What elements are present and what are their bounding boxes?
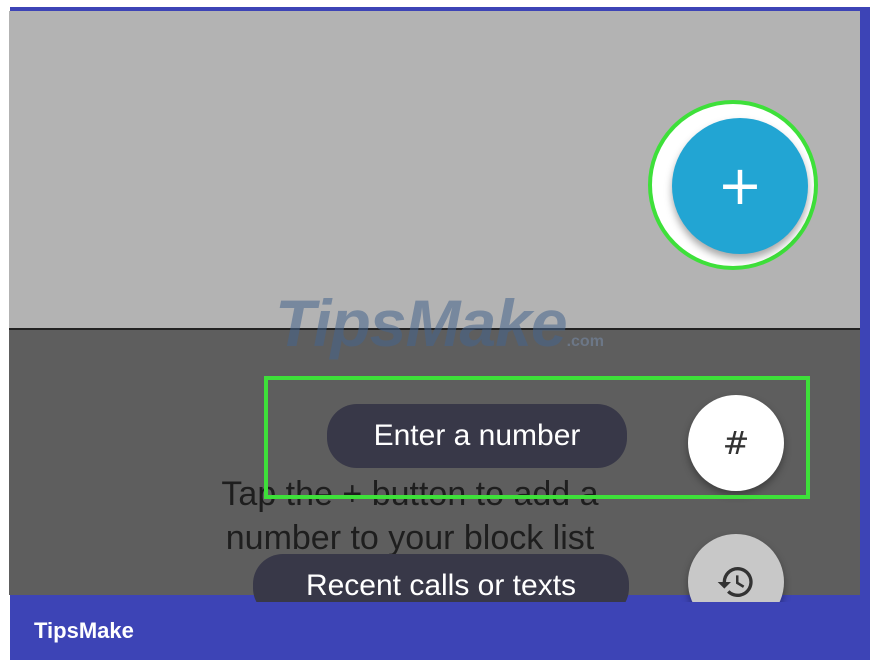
watermark: TipsMake.com bbox=[275, 285, 604, 361]
add-button[interactable]: + bbox=[672, 118, 808, 254]
watermark-suffix: .com bbox=[566, 333, 604, 350]
recent-calls-label: Recent calls or texts bbox=[305, 569, 577, 602]
history-icon bbox=[717, 567, 753, 597]
plus-icon: + bbox=[717, 154, 763, 217]
option-highlight-box bbox=[264, 376, 810, 499]
footer-bar: TipsMake bbox=[10, 602, 870, 660]
footer-brand: TipsMake bbox=[34, 618, 134, 643]
watermark-text: TipsMake bbox=[275, 286, 568, 360]
